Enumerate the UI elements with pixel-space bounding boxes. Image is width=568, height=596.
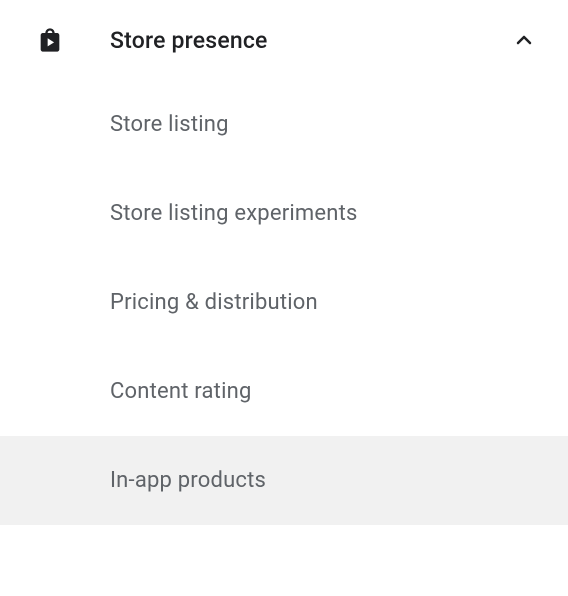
menu-item-label: Store listing experiments bbox=[110, 201, 358, 226]
menu-item-content-rating[interactable]: Content rating bbox=[0, 347, 568, 436]
section-title: Store presence bbox=[110, 27, 512, 54]
menu-item-store-listing[interactable]: Store listing bbox=[0, 80, 568, 169]
store-icon bbox=[36, 26, 64, 54]
menu-items: Store listing Store listing experiments … bbox=[0, 80, 568, 525]
menu-item-pricing-distribution[interactable]: Pricing & distribution bbox=[0, 258, 568, 347]
menu-item-label: Store listing bbox=[110, 112, 229, 137]
menu-item-store-listing-experiments[interactable]: Store listing experiments bbox=[0, 169, 568, 258]
chevron-up-icon bbox=[512, 28, 536, 52]
menu-item-label: Content rating bbox=[110, 379, 252, 404]
section-header[interactable]: Store presence bbox=[0, 0, 568, 80]
menu-item-in-app-products[interactable]: In-app products bbox=[0, 436, 568, 525]
store-presence-section: Store presence Store listing Store listi… bbox=[0, 0, 568, 525]
menu-item-label: Pricing & distribution bbox=[110, 290, 318, 315]
menu-item-label: In-app products bbox=[110, 468, 266, 493]
